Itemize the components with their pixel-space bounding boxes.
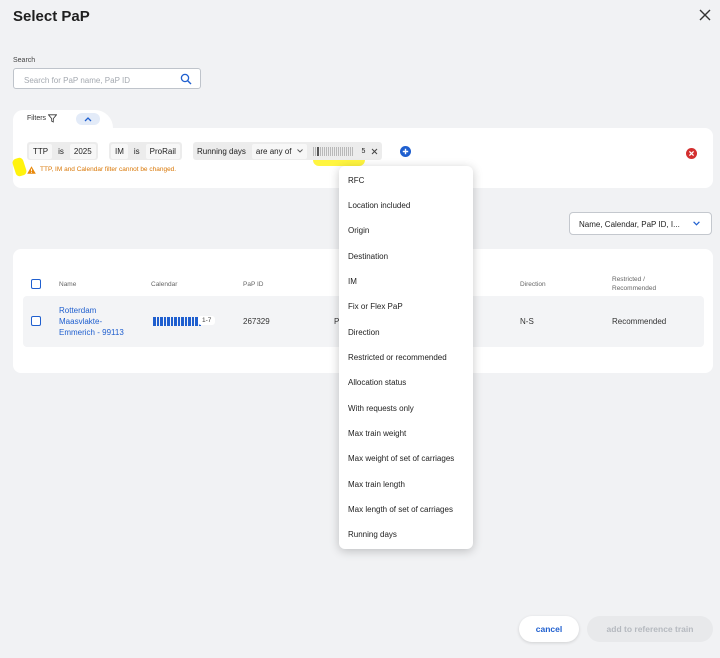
column-header-restricted-line2: Recommended bbox=[612, 285, 657, 292]
sort-select-value: Name, Calendar, PaP ID, I... bbox=[579, 220, 680, 229]
chip-field: IM bbox=[111, 143, 128, 159]
cancel-button[interactable]: cancel bbox=[519, 616, 579, 642]
menu-item-max-length-carriages[interactable]: Max length of set of carriages bbox=[348, 505, 453, 514]
direction-cell: N-S bbox=[520, 317, 534, 326]
clear-all-filters-icon[interactable] bbox=[686, 148, 697, 159]
collapse-filters-button[interactable] bbox=[76, 113, 100, 125]
search-input[interactable] bbox=[22, 73, 176, 87]
chevron-down-icon bbox=[693, 221, 700, 226]
operator-select-value: are any of bbox=[255, 146, 292, 156]
search-label: Search bbox=[13, 57, 36, 64]
dialog-title: Select PaP bbox=[13, 8, 90, 25]
filter-chip-ttp: TTP is 2025 bbox=[27, 142, 98, 160]
column-header-calendar: Calendar bbox=[151, 281, 178, 288]
pap-name-line: Rotterdam bbox=[59, 306, 97, 315]
chip-field: Running days bbox=[197, 146, 246, 156]
menu-item-direction[interactable]: Direction bbox=[348, 328, 380, 337]
column-header-name: Name bbox=[59, 281, 77, 288]
chip-value: ProRail bbox=[145, 143, 180, 159]
column-header-pap-id: PaP ID bbox=[243, 281, 264, 288]
pap-name-link[interactable]: Rotterdam Maasvlakte- Emmerich - 99113 bbox=[59, 305, 124, 338]
chip-field: TTP bbox=[29, 143, 53, 159]
chip-value: 2025 bbox=[69, 143, 96, 159]
chip-operator: is bbox=[133, 146, 140, 156]
row-checkbox[interactable] bbox=[31, 316, 41, 326]
filter-warning-text: TTP, IM and Calendar filter cannot be ch… bbox=[40, 166, 177, 173]
menu-item-rfc[interactable]: RFC bbox=[348, 176, 364, 185]
chevron-up-icon bbox=[84, 117, 92, 122]
menu-item-allocation-status[interactable]: Allocation status bbox=[348, 378, 406, 387]
menu-item-destination[interactable]: Destination bbox=[348, 252, 388, 261]
pap-name-line: Maasvlakte- bbox=[59, 317, 103, 326]
menu-item-with-requests[interactable]: With requests only bbox=[348, 404, 414, 413]
menu-item-max-weight-carriages[interactable]: Max weight of set of carriages bbox=[348, 454, 454, 463]
pap-id-cell: 267329 bbox=[243, 317, 270, 326]
menu-item-im[interactable]: IM bbox=[348, 277, 357, 286]
add-filter-icon[interactable] bbox=[400, 146, 411, 157]
search-box bbox=[13, 68, 201, 89]
filter-chip-running-days: Running days are any of 5 bbox=[193, 142, 383, 160]
close-icon[interactable] bbox=[698, 8, 712, 22]
column-header-restricted-line1: Restricted / bbox=[612, 276, 645, 283]
filters-label: Filters bbox=[27, 115, 47, 122]
filter-funnel-icon bbox=[48, 114, 57, 123]
column-header-direction: Direction bbox=[520, 281, 546, 288]
menu-item-running-days[interactable]: Running days bbox=[348, 530, 397, 539]
clear-filter-icon[interactable] bbox=[371, 148, 378, 155]
search-icon[interactable] bbox=[180, 73, 192, 85]
pap-name-line: Emmerich - 99113 bbox=[59, 328, 124, 337]
calendar-bars bbox=[153, 317, 202, 326]
add-to-reference-train-button[interactable]: add to reference train bbox=[587, 616, 713, 642]
column-header-restricted: Restricted / Recommended bbox=[612, 275, 656, 293]
running-days-count: 5 bbox=[361, 147, 366, 155]
filter-chip-im: IM is ProRail bbox=[109, 142, 182, 160]
add-filter-menu: RFC Location included Origin Destination… bbox=[339, 166, 473, 549]
menu-item-fix-or-flex[interactable]: Fix or Flex PaP bbox=[348, 302, 403, 311]
select-all-checkbox[interactable] bbox=[31, 279, 41, 289]
warning-icon bbox=[27, 166, 36, 174]
sort-select[interactable]: Name, Calendar, PaP ID, I... bbox=[569, 212, 712, 235]
menu-item-location-included[interactable]: Location included bbox=[348, 201, 410, 210]
operator-select[interactable]: are any of bbox=[251, 143, 307, 159]
chevron-down-icon bbox=[296, 149, 303, 153]
running-days-bars[interactable] bbox=[312, 146, 354, 156]
menu-item-restricted[interactable]: Restricted or recommended bbox=[348, 353, 447, 362]
menu-item-max-train-length[interactable]: Max train length bbox=[348, 480, 405, 489]
menu-item-max-train-weight[interactable]: Max train weight bbox=[348, 429, 406, 438]
menu-item-origin[interactable]: Origin bbox=[348, 226, 369, 235]
restricted-cell: Recommended bbox=[612, 317, 667, 326]
chip-operator: is bbox=[58, 146, 64, 156]
calendar-days-badge: 1-7 bbox=[198, 316, 216, 325]
